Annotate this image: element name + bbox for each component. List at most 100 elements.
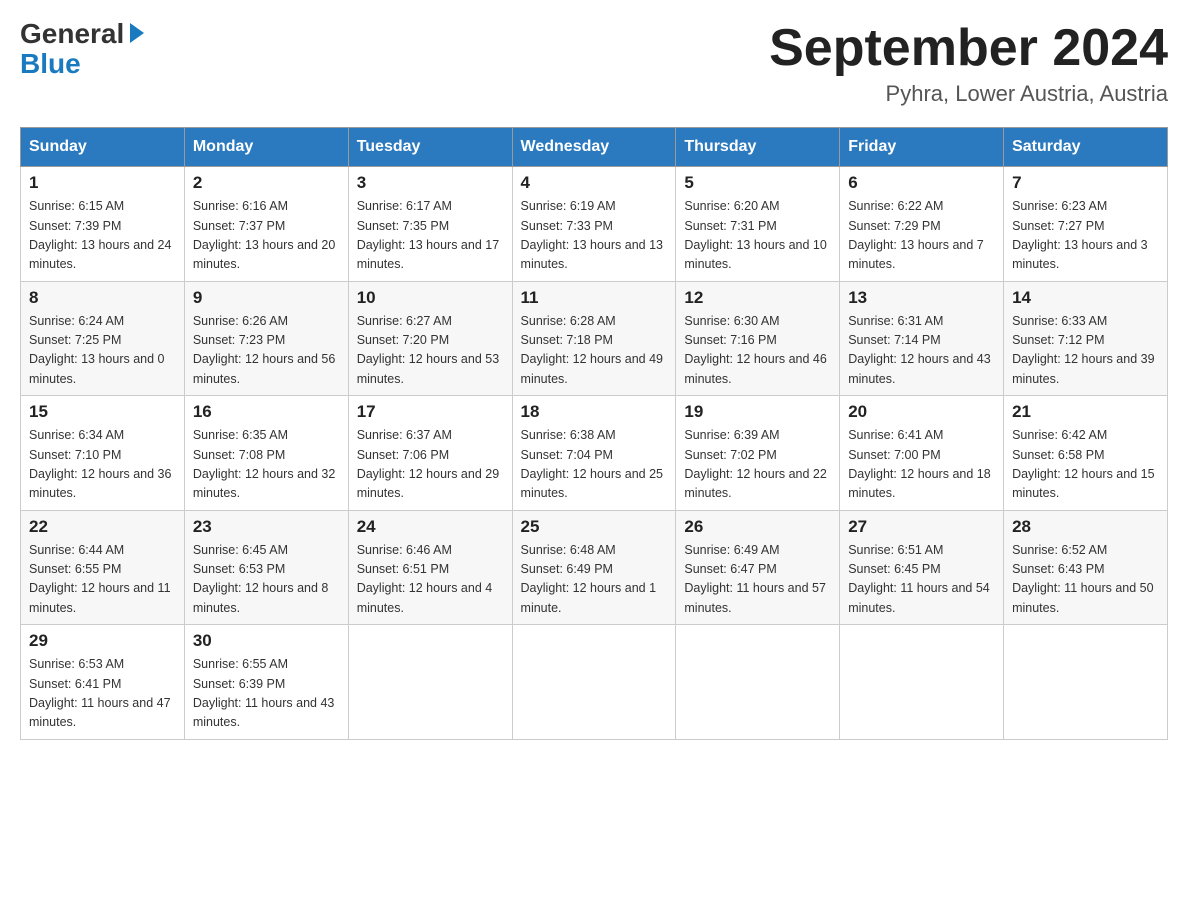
calendar-week-row: 29 Sunrise: 6:53 AMSunset: 6:41 PMDayligh… (21, 625, 1168, 740)
day-number: 20 (848, 402, 995, 422)
calendar-cell: 5Sunrise: 6:20 AMSunset: 7:31 PMDaylight… (676, 167, 840, 282)
day-number: 1 (29, 173, 176, 193)
calendar-cell: 19Sunrise: 6:39 AMSunset: 7:02 PMDayligh… (676, 396, 840, 511)
calendar-cell: 21 Sunrise: 6:42 AMSunset: 6:58 PMDayligh… (1004, 396, 1168, 511)
calendar-cell (512, 625, 676, 740)
logo-blue-text: Blue (20, 48, 81, 80)
day-info: Sunrise: 6:38 AMSunset: 7:04 PMDaylight:… (521, 426, 668, 504)
day-info: Sunrise: 6:52 AMSunset: 6:43 PMDaylight:… (1012, 541, 1159, 619)
day-info: Sunrise: 6:53 AMSunset: 6:41 PMDaylight:… (29, 655, 176, 733)
day-number: 7 (1012, 173, 1159, 193)
calendar-week-row: 22 Sunrise: 6:44 AMSunset: 6:55 PMDayligh… (21, 510, 1168, 625)
day-info: Sunrise: 6:28 AMSunset: 7:18 PMDaylight:… (521, 312, 668, 390)
day-number: 8 (29, 288, 176, 308)
calendar-cell: 18 Sunrise: 6:38 AMSunset: 7:04 PMDayligh… (512, 396, 676, 511)
calendar-week-row: 1 Sunrise: 6:15 AMSunset: 7:39 PMDaylight… (21, 167, 1168, 282)
calendar-cell: 30 Sunrise: 6:55 AMSunset: 6:39 PMDayligh… (184, 625, 348, 740)
day-info: Sunrise: 6:55 AMSunset: 6:39 PMDaylight:… (193, 655, 340, 733)
weekday-header-monday: Monday (184, 128, 348, 167)
title-block: September 2024 Pyhra, Lower Austria, Aus… (769, 20, 1168, 107)
day-info: Sunrise: 6:24 AMSunset: 7:25 PMDaylight:… (29, 312, 176, 390)
day-number: 27 (848, 517, 995, 537)
calendar-week-row: 8 Sunrise: 6:24 AMSunset: 7:25 PMDaylight… (21, 281, 1168, 396)
day-info: Sunrise: 6:45 AMSunset: 6:53 PMDaylight:… (193, 541, 340, 619)
day-info: Sunrise: 6:19 AMSunset: 7:33 PMDaylight:… (521, 197, 668, 275)
calendar-cell (676, 625, 840, 740)
calendar-cell: 26 Sunrise: 6:49 AMSunset: 6:47 PMDayligh… (676, 510, 840, 625)
day-number: 4 (521, 173, 668, 193)
day-info: Sunrise: 6:41 AMSunset: 7:00 PMDaylight:… (848, 426, 995, 504)
page-header: General Blue September 2024 Pyhra, Lower… (20, 20, 1168, 107)
day-number: 14 (1012, 288, 1159, 308)
day-info: Sunrise: 6:15 AMSunset: 7:39 PMDaylight:… (29, 197, 176, 275)
calendar-cell: 4 Sunrise: 6:19 AMSunset: 7:33 PMDaylight… (512, 167, 676, 282)
day-number: 21 (1012, 402, 1159, 422)
day-info: Sunrise: 6:26 AMSunset: 7:23 PMDaylight:… (193, 312, 340, 390)
logo-triangle-icon (130, 23, 144, 43)
calendar-cell: 13 Sunrise: 6:31 AMSunset: 7:14 PMDayligh… (840, 281, 1004, 396)
weekday-header-thursday: Thursday (676, 128, 840, 167)
calendar-cell: 1 Sunrise: 6:15 AMSunset: 7:39 PMDaylight… (21, 167, 185, 282)
day-info: Sunrise: 6:17 AMSunset: 7:35 PMDaylight:… (357, 197, 504, 275)
day-number: 25 (521, 517, 668, 537)
day-number: 9 (193, 288, 340, 308)
day-info: Sunrise: 6:22 AMSunset: 7:29 PMDaylight:… (848, 197, 995, 275)
day-info: Sunrise: 6:31 AMSunset: 7:14 PMDaylight:… (848, 312, 995, 390)
logo-general-text: General (20, 20, 124, 48)
calendar-cell (840, 625, 1004, 740)
day-info: Sunrise: 6:48 AMSunset: 6:49 PMDaylight:… (521, 541, 668, 619)
weekday-header-saturday: Saturday (1004, 128, 1168, 167)
day-number: 30 (193, 631, 340, 651)
day-number: 17 (357, 402, 504, 422)
calendar-cell: 11Sunrise: 6:28 AMSunset: 7:18 PMDayligh… (512, 281, 676, 396)
day-info: Sunrise: 6:44 AMSunset: 6:55 PMDaylight:… (29, 541, 176, 619)
day-number: 23 (193, 517, 340, 537)
calendar-cell: 23 Sunrise: 6:45 AMSunset: 6:53 PMDayligh… (184, 510, 348, 625)
day-number: 22 (29, 517, 176, 537)
day-number: 24 (357, 517, 504, 537)
calendar-cell: 3 Sunrise: 6:17 AMSunset: 7:35 PMDaylight… (348, 167, 512, 282)
day-number: 26 (684, 517, 831, 537)
calendar-cell: 9 Sunrise: 6:26 AMSunset: 7:23 PMDaylight… (184, 281, 348, 396)
calendar-cell: 27 Sunrise: 6:51 AMSunset: 6:45 PMDayligh… (840, 510, 1004, 625)
day-number: 13 (848, 288, 995, 308)
weekday-header-row: SundayMondayTuesdayWednesdayThursdayFrid… (21, 128, 1168, 167)
day-info: Sunrise: 6:34 AMSunset: 7:10 PMDaylight:… (29, 426, 176, 504)
day-number: 2 (193, 173, 340, 193)
calendar-cell: 12Sunrise: 6:30 AMSunset: 7:16 PMDayligh… (676, 281, 840, 396)
day-info: Sunrise: 6:39 AMSunset: 7:02 PMDaylight:… (684, 426, 831, 504)
day-info: Sunrise: 6:30 AMSunset: 7:16 PMDaylight:… (684, 312, 831, 390)
day-number: 16 (193, 402, 340, 422)
weekday-header-sunday: Sunday (21, 128, 185, 167)
day-info: Sunrise: 6:46 AMSunset: 6:51 PMDaylight:… (357, 541, 504, 619)
day-info: Sunrise: 6:33 AMSunset: 7:12 PMDaylight:… (1012, 312, 1159, 390)
day-info: Sunrise: 6:51 AMSunset: 6:45 PMDaylight:… (848, 541, 995, 619)
calendar-cell: 8 Sunrise: 6:24 AMSunset: 7:25 PMDaylight… (21, 281, 185, 396)
calendar-cell: 15 Sunrise: 6:34 AMSunset: 7:10 PMDayligh… (21, 396, 185, 511)
calendar-cell: 14 Sunrise: 6:33 AMSunset: 7:12 PMDayligh… (1004, 281, 1168, 396)
day-number: 6 (848, 173, 995, 193)
day-info: Sunrise: 6:42 AMSunset: 6:58 PMDaylight:… (1012, 426, 1159, 504)
logo: General Blue (20, 20, 144, 80)
day-number: 15 (29, 402, 176, 422)
day-number: 18 (521, 402, 668, 422)
calendar-week-row: 15 Sunrise: 6:34 AMSunset: 7:10 PMDayligh… (21, 396, 1168, 511)
calendar-cell: 17 Sunrise: 6:37 AMSunset: 7:06 PMDayligh… (348, 396, 512, 511)
day-info: Sunrise: 6:27 AMSunset: 7:20 PMDaylight:… (357, 312, 504, 390)
day-info: Sunrise: 6:23 AMSunset: 7:27 PMDaylight:… (1012, 197, 1159, 275)
calendar-cell: 16Sunrise: 6:35 AMSunset: 7:08 PMDayligh… (184, 396, 348, 511)
day-info: Sunrise: 6:49 AMSunset: 6:47 PMDaylight:… (684, 541, 831, 619)
calendar-cell: 7 Sunrise: 6:23 AMSunset: 7:27 PMDaylight… (1004, 167, 1168, 282)
day-info: Sunrise: 6:37 AMSunset: 7:06 PMDaylight:… (357, 426, 504, 504)
calendar-cell: 2 Sunrise: 6:16 AMSunset: 7:37 PMDaylight… (184, 167, 348, 282)
day-number: 29 (29, 631, 176, 651)
month-title: September 2024 (769, 20, 1168, 77)
calendar-cell: 6 Sunrise: 6:22 AMSunset: 7:29 PMDaylight… (840, 167, 1004, 282)
calendar-cell (1004, 625, 1168, 740)
day-info: Sunrise: 6:16 AMSunset: 7:37 PMDaylight:… (193, 197, 340, 275)
day-number: 10 (357, 288, 504, 308)
calendar-cell: 20 Sunrise: 6:41 AMSunset: 7:00 PMDayligh… (840, 396, 1004, 511)
day-number: 3 (357, 173, 504, 193)
day-number: 5 (684, 173, 831, 193)
calendar-cell: 29 Sunrise: 6:53 AMSunset: 6:41 PMDayligh… (21, 625, 185, 740)
